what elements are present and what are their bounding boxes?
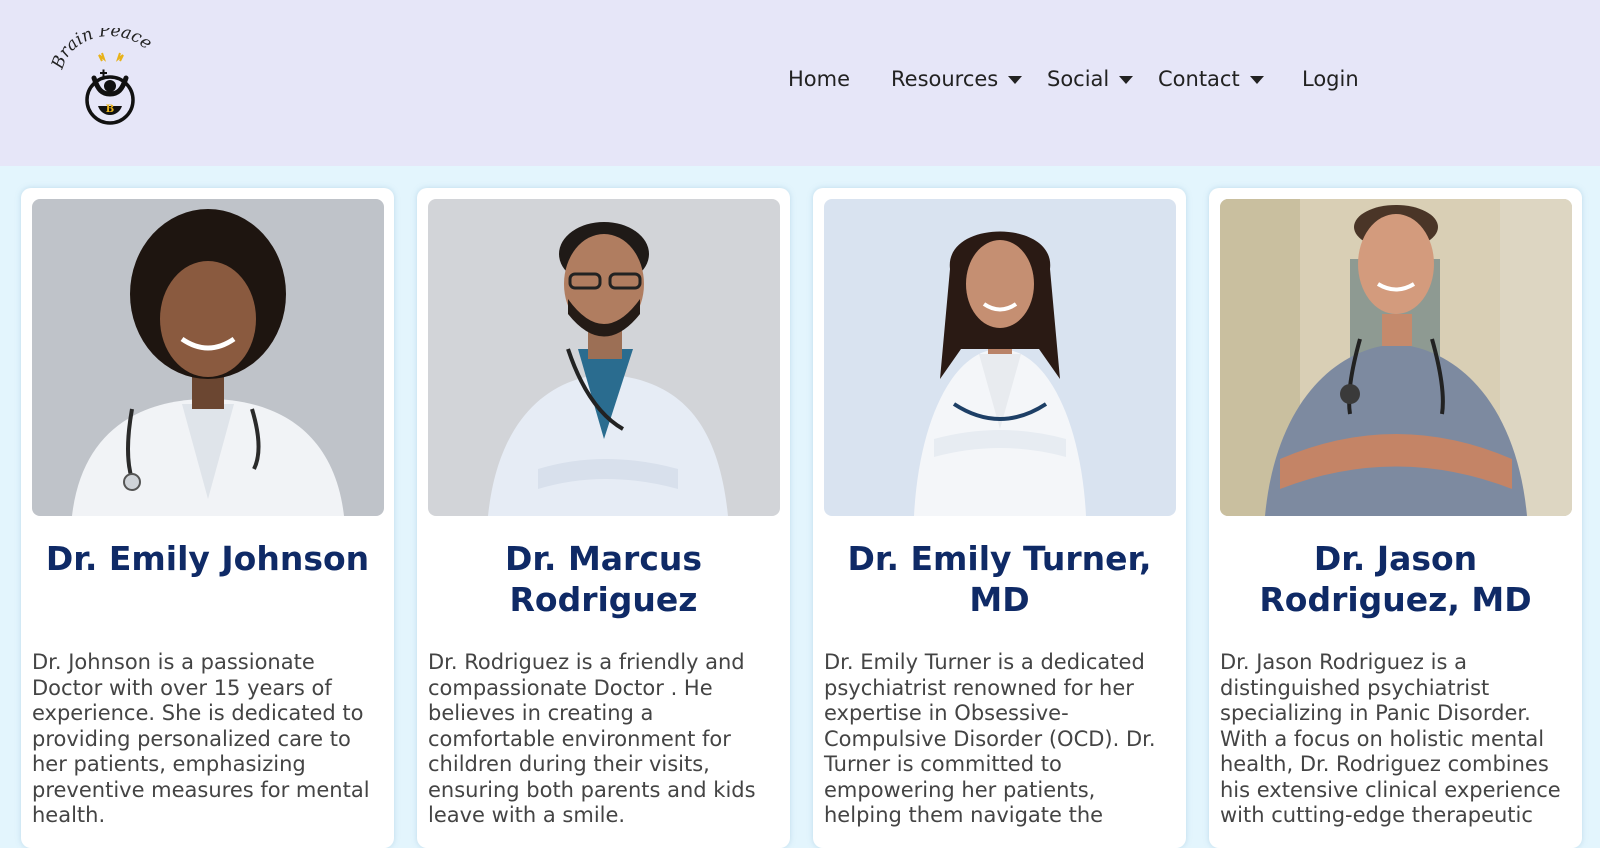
doctor-photo (32, 199, 384, 516)
nav-contact[interactable]: Contact (1158, 64, 1264, 94)
doctor-name: Dr. Emily Turner, MD (847, 539, 1152, 619)
doctor-card: Dr. Emily Johnson Dr. Johnson is a passi… (21, 188, 394, 848)
doctor-card: Dr. Emily Turner, MD Dr. Emily Turner is… (813, 188, 1186, 848)
nav-login[interactable]: Login (1302, 64, 1359, 94)
chevron-down-icon[interactable] (1249, 76, 1264, 84)
doctor-name: Dr. Jason Rodriguez, MD (1259, 539, 1532, 619)
doctor-card: Dr. Jason Rodriguez, MD Dr. Jason Rodrig… (1209, 188, 1582, 848)
doctor-photo (428, 199, 780, 516)
doctor-name: Dr. Emily Johnson (45, 539, 370, 578)
svg-text:Brain Peace: Brain Peace (50, 28, 156, 73)
nav-resources[interactable]: Resources (891, 64, 1023, 94)
doctor-photo (1220, 199, 1572, 516)
nav-contact-label[interactable]: Contact (1158, 67, 1240, 91)
site-header: Brain Peace B Home Resources Social Cont… (0, 0, 1600, 166)
doctor-description: Dr. Jason Rodriguez is a distinguished p… (1220, 650, 1561, 827)
doctor-photo (824, 199, 1176, 516)
nav-social[interactable]: Social (1047, 64, 1134, 94)
brain-peace-logo[interactable]: Brain Peace B (48, 21, 166, 128)
nav-social-label[interactable]: Social (1047, 67, 1109, 91)
doctor-description: Dr. Johnson is a passionate Doctor with … (32, 650, 370, 827)
nav-home-label[interactable]: Home (788, 67, 850, 91)
doctor-cards: Dr. Emily Johnson Dr. Johnson is a passi… (21, 188, 1586, 848)
svg-text:B: B (106, 104, 114, 115)
doctor-description: Dr. Emily Turner is a dedicated psychiat… (824, 650, 1156, 827)
nav-resources-label[interactable]: Resources (891, 67, 998, 91)
nav-login-label[interactable]: Login (1302, 67, 1359, 91)
chevron-down-icon[interactable] (1008, 76, 1023, 84)
doctor-card: Dr. Marcus Rodriguez Dr. Rodriguez is a … (417, 188, 790, 848)
doctor-description: Dr. Rodriguez is a friendly and compassi… (428, 650, 756, 827)
chevron-down-icon[interactable] (1119, 76, 1134, 84)
doctor-name: Dr. Marcus Rodriguez (504, 539, 703, 619)
nav-home[interactable]: Home (788, 64, 850, 94)
